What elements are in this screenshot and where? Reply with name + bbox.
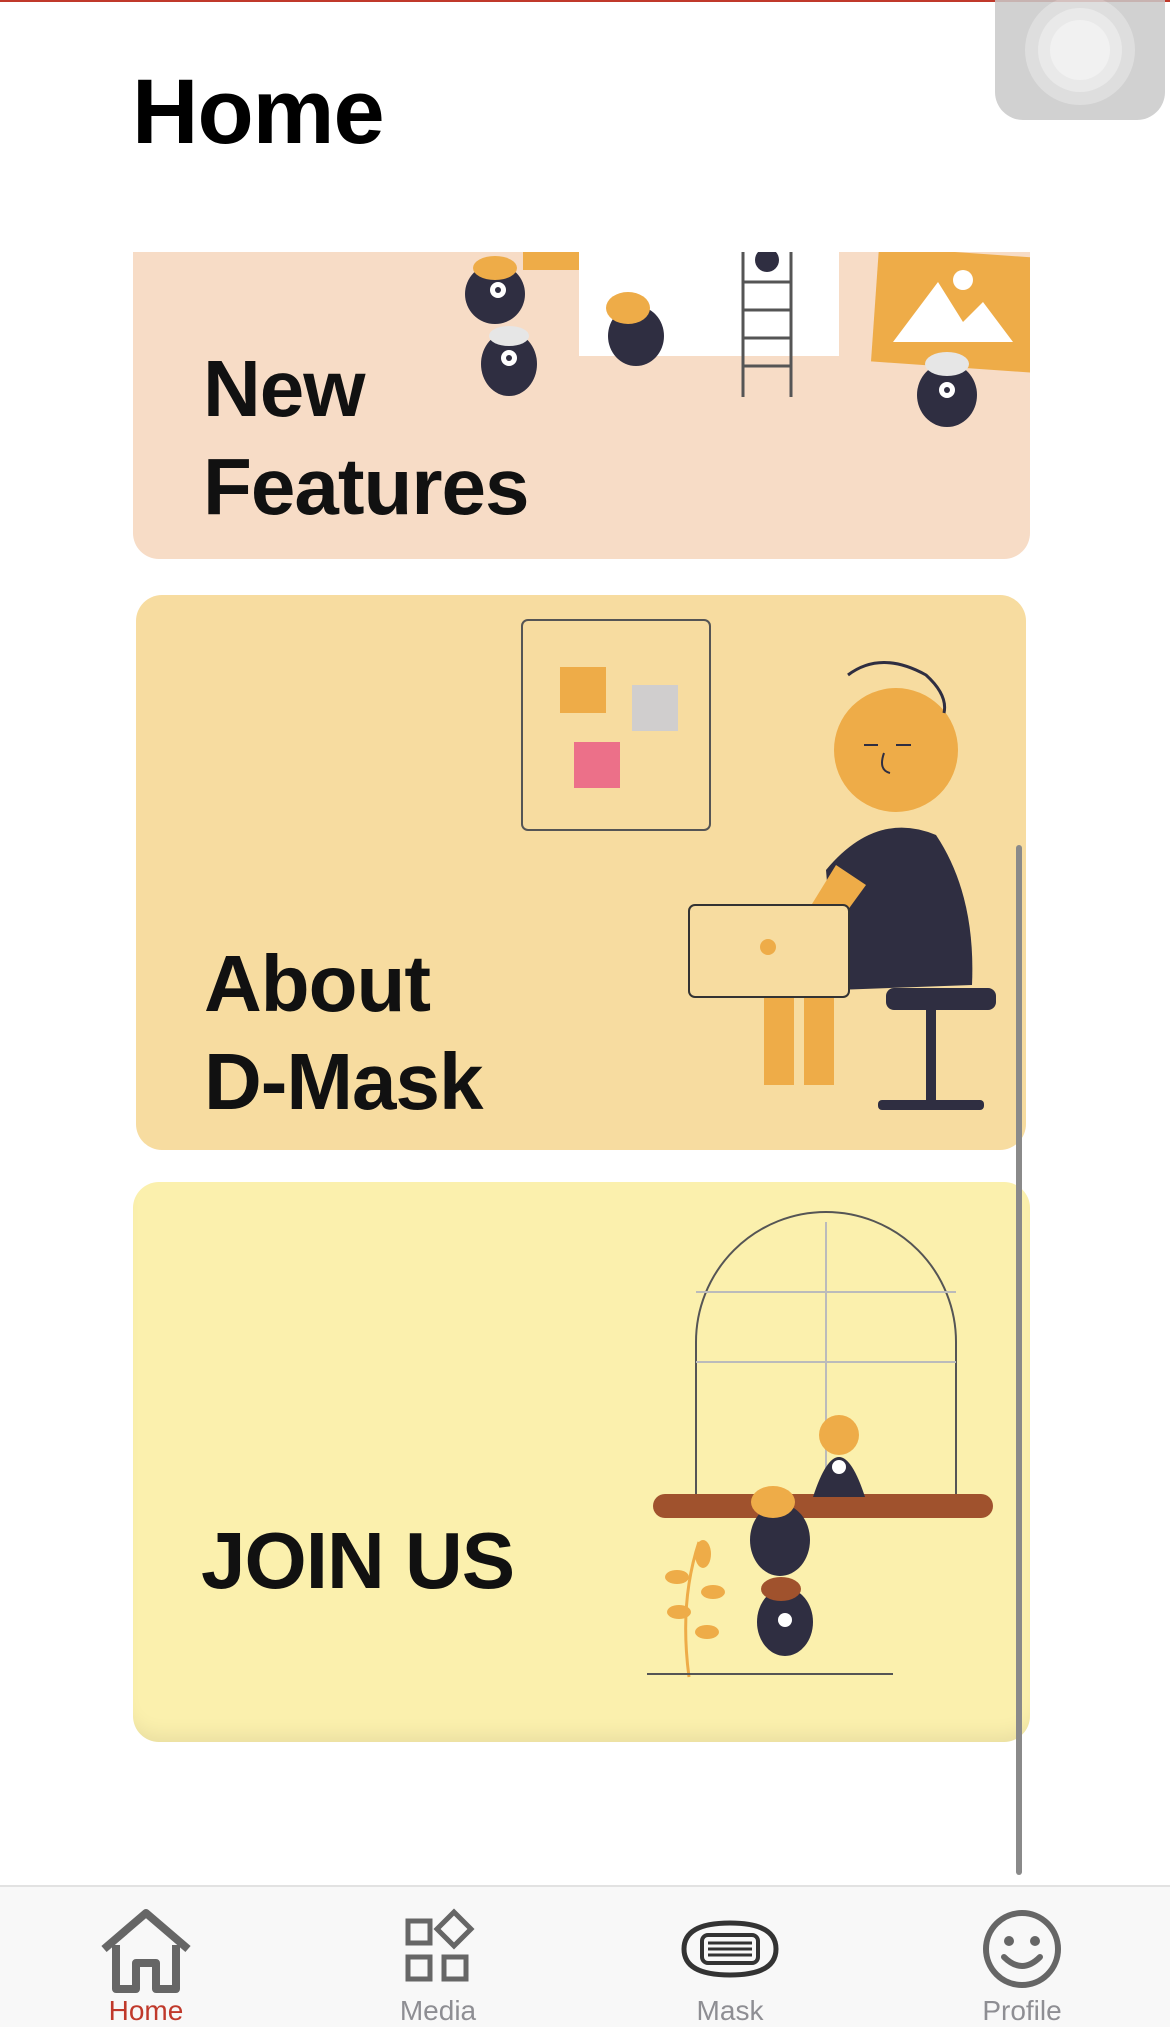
tab-media-label: Media [399, 1995, 477, 2026]
page-title: Home [132, 61, 385, 163]
tab-home-label: Home [108, 1995, 184, 2026]
about-dmask-label: About D-Mask [204, 939, 484, 1126]
tab-home[interactable]: Home [0, 1887, 292, 2027]
join-us-label: JOIN US [201, 1516, 515, 1605]
tab-media[interactable]: Media [292, 1887, 584, 2027]
apps-icon [405, 1908, 475, 1982]
new-features-card[interactable]: New Features [133, 252, 1030, 559]
vertical-scrollbar[interactable] [1016, 845, 1022, 1875]
tab-mask-label: Mask [696, 1995, 764, 2026]
about-dmask-card[interactable]: About D-Mask [136, 595, 1026, 1150]
join-us-illustration [647, 1211, 993, 1678]
home-icon [101, 1909, 191, 1993]
join-us-card[interactable]: JOIN US [133, 1182, 1030, 1742]
tab-mask[interactable]: Mask [584, 1887, 876, 2027]
bottom-tab-bar: Home Media Mask Profile [0, 1885, 1170, 2027]
assistive-touch-button[interactable] [995, 0, 1165, 120]
tab-profile[interactable]: Profile [876, 1887, 1168, 2027]
smiley-icon [983, 1910, 1061, 1988]
mask-icon [681, 1920, 779, 1978]
new-features-label: New Features [203, 344, 529, 531]
tab-profile-label: Profile [982, 1995, 1062, 2026]
